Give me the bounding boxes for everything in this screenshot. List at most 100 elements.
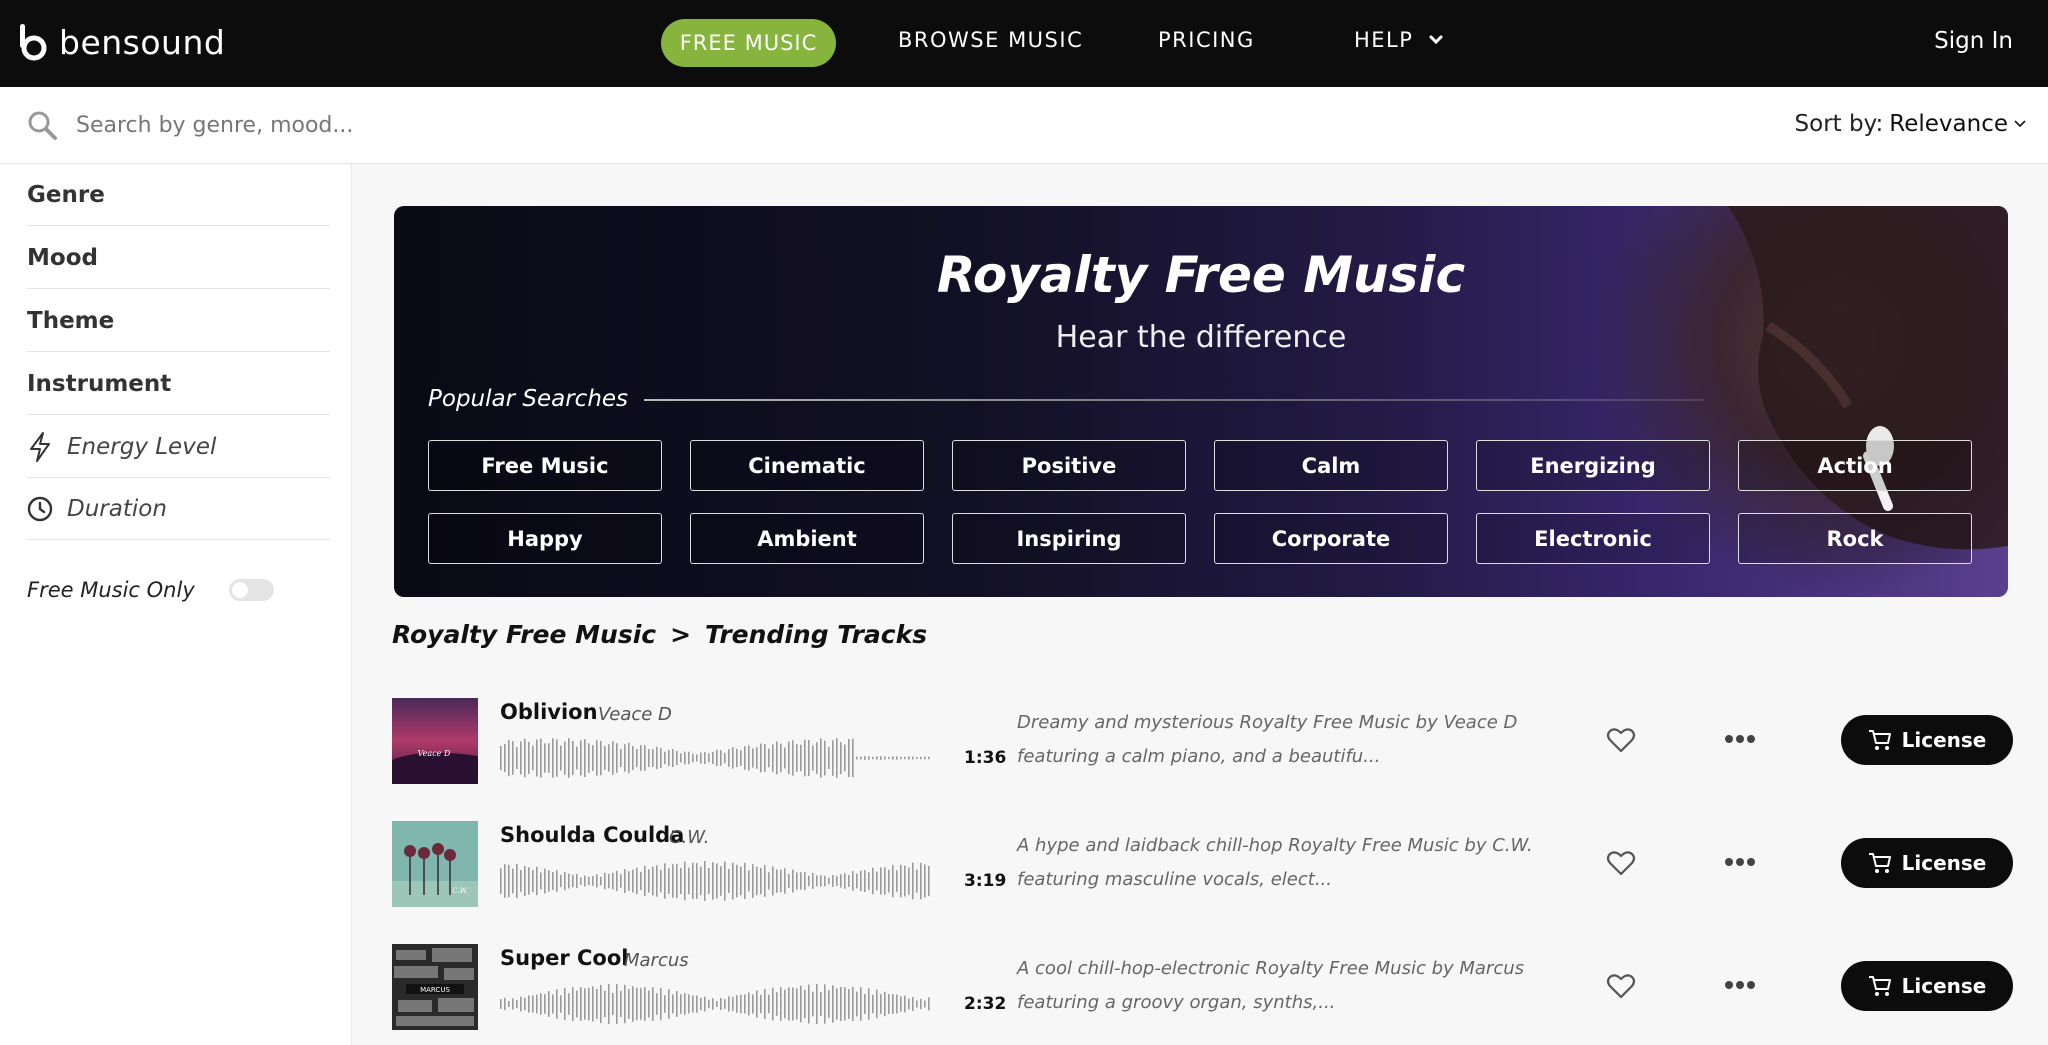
waveform-bar xyxy=(928,756,930,760)
waveform-bar xyxy=(576,873,578,889)
track-title[interactable]: Oblivion xyxy=(500,700,598,724)
hero-banner: Royalty Free Music Hear the difference P… xyxy=(394,206,2008,597)
tag-calm[interactable]: Calm xyxy=(1214,440,1448,491)
track-artist[interactable]: Marcus xyxy=(624,950,689,971)
license-button[interactable]: License xyxy=(1841,961,2013,1011)
waveform-bar xyxy=(916,1000,918,1008)
filter-duration[interactable]: Duration xyxy=(27,478,330,540)
bensound-logo[interactable]: bensound xyxy=(17,22,225,62)
nav-browse-music-link[interactable]: BROWSE MUSIC xyxy=(898,28,1083,52)
license-button[interactable]: License xyxy=(1841,715,2013,765)
waveform-bar xyxy=(700,866,702,896)
nav-free-music-button[interactable]: FREE MUSIC xyxy=(661,19,836,67)
filter-energy-level[interactable]: Energy Level xyxy=(27,416,330,478)
waveform-bar xyxy=(724,999,726,1009)
waveform-bar xyxy=(632,746,634,770)
sign-in-link[interactable]: Sign In xyxy=(1934,28,2013,54)
filter-mood[interactable]: Mood xyxy=(27,227,330,289)
track-cover-image[interactable]: Veace D xyxy=(392,698,478,784)
tag-rock[interactable]: Rock xyxy=(1738,513,1972,564)
waveform-bar xyxy=(848,739,850,777)
waveform-bar xyxy=(712,998,714,1010)
waveform-bar xyxy=(876,756,878,760)
track-artist[interactable]: C.W. xyxy=(669,827,709,848)
track-title[interactable]: Super Cool xyxy=(500,946,628,970)
waveform-bar xyxy=(820,992,822,1016)
tag-free-music[interactable]: Free Music xyxy=(428,440,662,491)
filter-genre[interactable]: Genre xyxy=(27,164,330,226)
tag-corporate[interactable]: Corporate xyxy=(1214,513,1448,564)
waveform-bar xyxy=(676,750,678,766)
waveform-bar xyxy=(604,746,606,770)
tag-ambient[interactable]: Ambient xyxy=(690,513,924,564)
track-row: C.W. Shoulda Coulda C.W. 3:19 A hype and… xyxy=(392,821,2013,909)
filter-instrument[interactable]: Instrument xyxy=(27,353,330,415)
waveform-bar xyxy=(740,994,742,1014)
waveform-bar xyxy=(532,995,534,1013)
waveform-bar xyxy=(872,867,874,895)
track-artist[interactable]: Veace D xyxy=(598,704,672,725)
sort-by-value: Relevance xyxy=(1889,111,2008,137)
tag-happy[interactable]: Happy xyxy=(428,513,662,564)
nav-pricing-link[interactable]: PRICING xyxy=(1158,28,1255,52)
license-button[interactable]: License xyxy=(1841,838,2013,888)
waveform-bar xyxy=(500,745,502,771)
waveform-bar xyxy=(580,877,582,885)
track-row: MARCUS Super Cool Marcus 2:32 A cool chi… xyxy=(392,944,2013,1032)
breadcrumb-separator: > xyxy=(670,620,692,649)
track-duration: 2:32 xyxy=(964,994,1007,1014)
track-cover-image[interactable]: MARCUS xyxy=(392,944,478,1030)
waveform-bar xyxy=(548,991,550,1017)
tag-action[interactable]: Action xyxy=(1738,440,1972,491)
track-waveform[interactable] xyxy=(500,736,930,780)
favorite-heart-icon[interactable] xyxy=(1606,726,1636,754)
tag-electronic[interactable]: Electronic xyxy=(1476,513,1710,564)
waveform-bar xyxy=(840,987,842,1022)
waveform-bar xyxy=(764,988,766,1020)
track-waveform[interactable] xyxy=(500,859,930,903)
waveform-bar xyxy=(684,861,686,901)
waveform-bar xyxy=(528,867,530,895)
waveform-bar xyxy=(920,862,922,900)
tag-cinematic[interactable]: Cinematic xyxy=(690,440,924,491)
waveform-bar xyxy=(648,749,650,768)
waveform-bar xyxy=(520,741,522,775)
waveform-bar xyxy=(700,752,702,764)
license-label: License xyxy=(1901,728,1987,752)
bensound-logo-icon xyxy=(20,24,47,61)
waveform-bar xyxy=(540,872,542,890)
waveform-bar xyxy=(792,987,794,1021)
waveform-bar xyxy=(524,866,526,896)
hero-subtitle: Hear the difference xyxy=(1055,320,1347,355)
more-options-icon[interactable] xyxy=(1725,734,1755,744)
waveform-bar xyxy=(740,866,742,896)
free-music-only-toggle[interactable] xyxy=(228,579,274,601)
waveform-bar xyxy=(572,741,574,775)
track-waveform[interactable] xyxy=(500,982,930,1026)
waveform-bar xyxy=(684,993,686,1015)
more-options-icon[interactable] xyxy=(1725,857,1755,867)
filter-theme[interactable]: Theme xyxy=(27,290,330,352)
nav-help-dropdown[interactable]: HELP xyxy=(1354,28,1443,52)
waveform-bar xyxy=(612,741,614,775)
tag-inspiring[interactable]: Inspiring xyxy=(952,513,1186,564)
waveform-bar xyxy=(860,756,862,760)
waveform-bar xyxy=(548,743,550,773)
breadcrumb-root[interactable]: Royalty Free Music xyxy=(392,620,656,649)
tag-positive[interactable]: Positive xyxy=(952,440,1186,491)
waveform-bar xyxy=(868,988,870,1020)
waveform-bar xyxy=(788,873,790,888)
waveform-bar xyxy=(656,865,658,897)
more-options-icon[interactable] xyxy=(1725,980,1755,990)
track-title[interactable]: Shoulda Coulda xyxy=(500,823,684,847)
waveform-bar xyxy=(768,872,770,890)
track-cover-image[interactable]: C.W. xyxy=(392,821,478,907)
search-input[interactable] xyxy=(76,107,776,143)
tag-energizing[interactable]: Energizing xyxy=(1476,440,1710,491)
sort-by-dropdown[interactable]: Sort by: Relevance xyxy=(1795,111,2026,137)
waveform-bar xyxy=(892,756,894,760)
waveform-bar xyxy=(680,753,682,763)
favorite-heart-icon[interactable] xyxy=(1606,972,1636,1000)
favorite-heart-icon[interactable] xyxy=(1606,849,1636,877)
waveform-bar xyxy=(716,863,718,899)
